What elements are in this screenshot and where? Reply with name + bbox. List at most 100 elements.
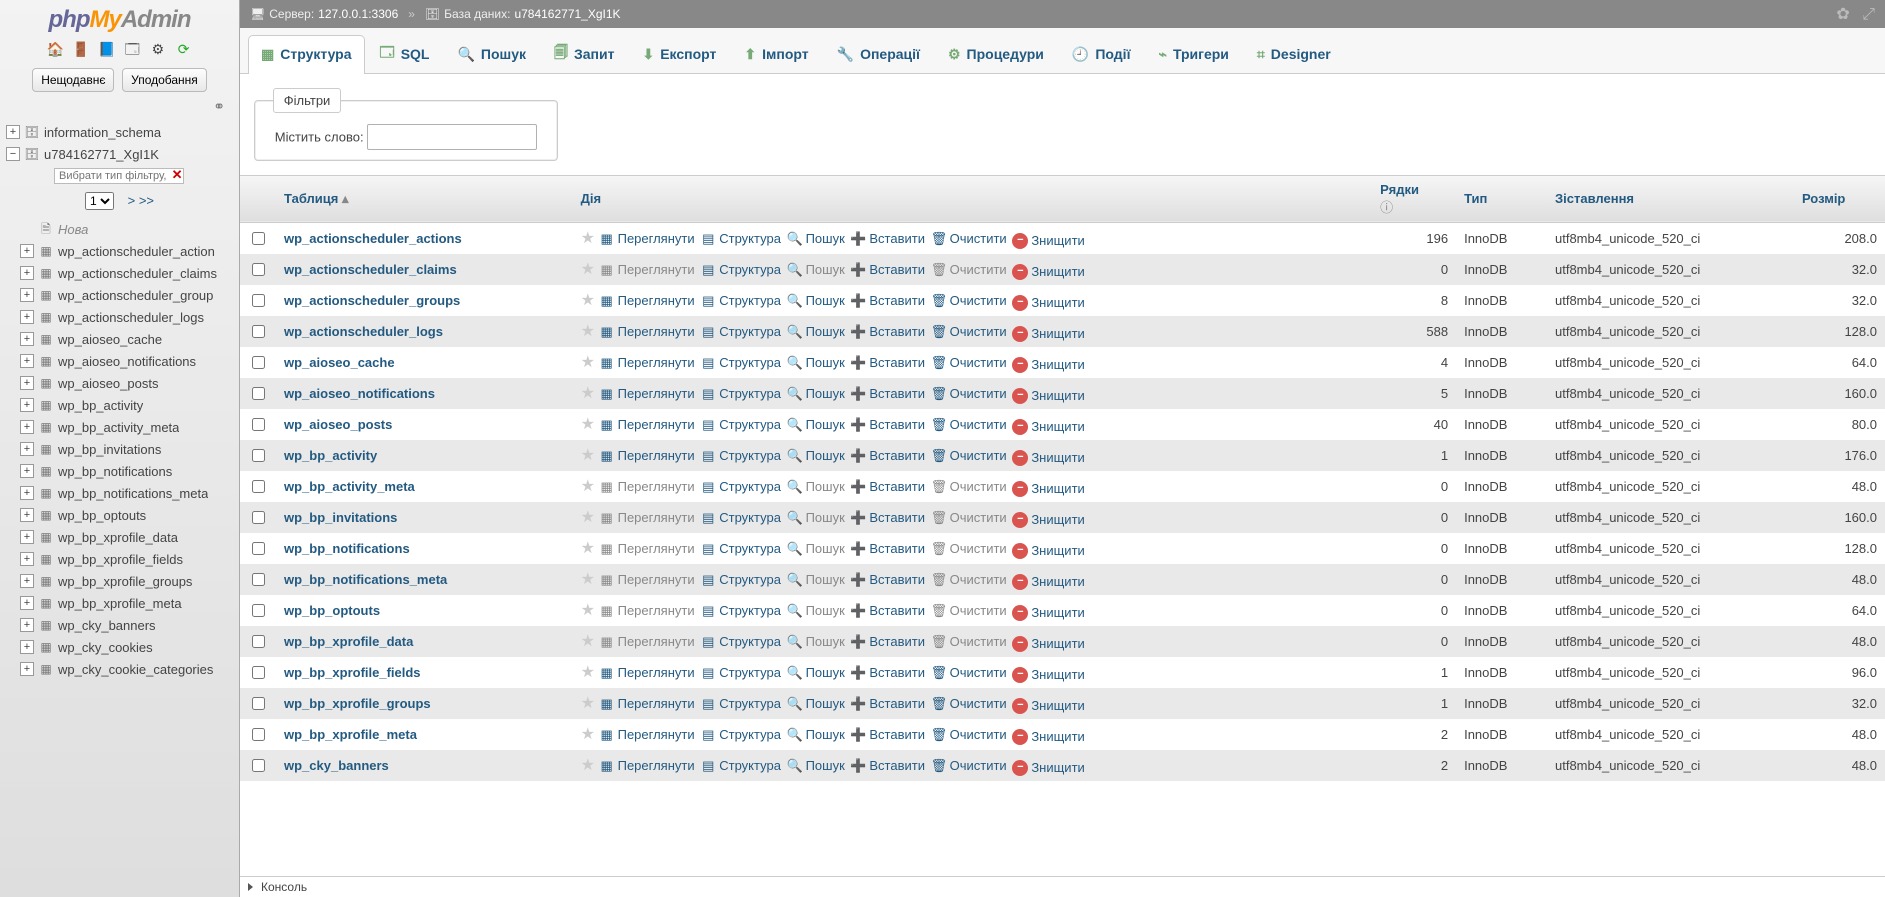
recent-button[interactable]: Нещодавнє	[32, 68, 114, 92]
row-checkbox[interactable]	[252, 325, 265, 338]
search-link[interactable]: 🔍Пошук	[787, 262, 845, 278]
insert-link[interactable]: ➕Вставити	[850, 665, 925, 681]
search-link[interactable]: 🔍Пошук	[787, 293, 845, 309]
structure-link[interactable]: ▤Структура	[700, 293, 781, 309]
sql-icon[interactable]: 🗔	[123, 40, 141, 58]
search-link[interactable]: 🔍Пошук	[787, 603, 845, 619]
empty-link[interactable]: 🗑Очистити	[931, 231, 1007, 247]
expand-icon[interactable]: +	[20, 420, 34, 434]
empty-link[interactable]: 🗑Очистити	[931, 417, 1007, 433]
tab-structure[interactable]: ▦Структура	[248, 35, 365, 74]
row-checkbox[interactable]	[252, 449, 265, 462]
expand-icon[interactable]: +	[20, 398, 34, 412]
tab-events[interactable]: 🕘Події	[1059, 35, 1144, 74]
insert-link[interactable]: ➕Вставити	[850, 634, 925, 650]
favorite-icon[interactable]: ★	[581, 695, 595, 712]
structure-link[interactable]: ▤Структура	[700, 262, 781, 278]
browse-link[interactable]: ▦Переглянути	[599, 696, 695, 712]
insert-link[interactable]: ➕Вставити	[850, 479, 925, 495]
structure-link[interactable]: ▤Структура	[700, 634, 781, 650]
expand-icon[interactable]: +	[20, 662, 34, 676]
col-type[interactable]: Тип	[1456, 175, 1547, 222]
search-link[interactable]: 🔍Пошук	[787, 324, 845, 340]
search-link[interactable]: 🔍Пошук	[787, 572, 845, 588]
favorite-icon[interactable]: ★	[581, 292, 595, 309]
tree-table-item[interactable]: +▦wp_aioseo_cache	[0, 328, 239, 350]
table-name-link[interactable]: wp_bp_notifications_meta	[284, 572, 447, 587]
insert-link[interactable]: ➕Вставити	[850, 603, 925, 619]
row-checkbox[interactable]	[252, 635, 265, 648]
insert-link[interactable]: ➕Вставити	[850, 386, 925, 402]
search-link[interactable]: 🔍Пошук	[787, 231, 845, 247]
table-name-link[interactable]: wp_actionscheduler_logs	[284, 324, 443, 339]
empty-link[interactable]: 🗑Очистити	[931, 510, 1007, 526]
expand-icon[interactable]: +	[20, 530, 34, 544]
tree-table-item[interactable]: +▦wp_bp_activity_meta	[0, 416, 239, 438]
drop-link[interactable]: −Знищити	[1012, 543, 1084, 559]
favorite-icon[interactable]: ★	[581, 447, 595, 464]
drop-link[interactable]: −Знищити	[1012, 264, 1084, 280]
expand-icon[interactable]: +	[20, 618, 34, 632]
drop-link[interactable]: −Знищити	[1012, 233, 1084, 249]
drop-link[interactable]: −Знищити	[1012, 605, 1084, 621]
browse-link[interactable]: ▦Переглянути	[599, 355, 695, 371]
empty-link[interactable]: 🗑Очистити	[931, 758, 1007, 774]
tab-search[interactable]: 🔍Пошук	[444, 35, 539, 74]
favorite-icon[interactable]: ★	[581, 633, 595, 650]
tree-table-item[interactable]: +▦wp_cky_cookies	[0, 636, 239, 658]
browse-link[interactable]: ▦Переглянути	[599, 293, 695, 309]
link-icon[interactable]: ⚭	[0, 98, 239, 121]
empty-link[interactable]: 🗑Очистити	[931, 479, 1007, 495]
structure-link[interactable]: ▤Структура	[700, 727, 781, 743]
favorite-icon[interactable]: ★	[581, 664, 595, 681]
favorite-icon[interactable]: ★	[581, 757, 595, 774]
expand-icon[interactable]: +	[20, 288, 34, 302]
browse-link[interactable]: ▦Переглянути	[599, 324, 695, 340]
tab-designer[interactable]: ⌗Designer	[1244, 35, 1344, 74]
empty-link[interactable]: 🗑Очистити	[931, 448, 1007, 464]
structure-link[interactable]: ▤Структура	[700, 448, 781, 464]
breadcrumb-database[interactable]: 🗄 База даних: u784162771_XgI1K	[425, 7, 621, 21]
row-checkbox[interactable]	[252, 666, 265, 679]
expand-icon[interactable]: +	[20, 310, 34, 324]
console-bar[interactable]: Консоль	[240, 876, 1885, 897]
drop-link[interactable]: −Знищити	[1012, 450, 1084, 466]
row-checkbox[interactable]	[252, 418, 265, 431]
tree-table-item[interactable]: +▦wp_bp_xprofile_groups	[0, 570, 239, 592]
home-icon[interactable]: 🏠	[46, 40, 64, 58]
empty-link[interactable]: 🗑Очистити	[931, 386, 1007, 402]
tab-ops[interactable]: 🔧Операції	[824, 35, 933, 74]
tree-table-item[interactable]: +▦wp_cky_banners	[0, 614, 239, 636]
structure-link[interactable]: ▤Структура	[700, 231, 781, 247]
favorite-icon[interactable]: ★	[581, 230, 595, 247]
tree-table-item[interactable]: +▦wp_aioseo_notifications	[0, 350, 239, 372]
table-name-link[interactable]: wp_aioseo_cache	[284, 355, 395, 370]
row-checkbox[interactable]	[252, 387, 265, 400]
row-checkbox[interactable]	[252, 480, 265, 493]
empty-link[interactable]: 🗑Очистити	[931, 665, 1007, 681]
tab-export[interactable]: ⬇Експорт	[629, 35, 729, 74]
tab-routines[interactable]: ⚙Процедури	[935, 35, 1057, 74]
expand-icon[interactable]: +	[20, 640, 34, 654]
tree-page-select[interactable]: 1	[85, 192, 114, 210]
expand-icon[interactable]: +	[20, 486, 34, 500]
browse-link[interactable]: ▦Переглянути	[599, 603, 695, 619]
table-name-link[interactable]: wp_bp_activity_meta	[284, 479, 415, 494]
tree-table-item[interactable]: +▦wp_actionscheduler_claims	[0, 262, 239, 284]
table-name-link[interactable]: wp_bp_optouts	[284, 603, 380, 618]
insert-link[interactable]: ➕Вставити	[850, 324, 925, 340]
empty-link[interactable]: 🗑Очистити	[931, 572, 1007, 588]
structure-link[interactable]: ▤Структура	[700, 417, 781, 433]
drop-link[interactable]: −Знищити	[1012, 419, 1084, 435]
browse-link[interactable]: ▦Переглянути	[599, 541, 695, 557]
breadcrumb-server[interactable]: 🖥 Сервер: 127.0.0.1:3306	[250, 7, 398, 21]
favorite-icon[interactable]: ★	[581, 478, 595, 495]
tree-table-item[interactable]: +▦wp_bp_optouts	[0, 504, 239, 526]
table-name-link[interactable]: wp_actionscheduler_groups	[284, 293, 460, 308]
table-name-link[interactable]: wp_aioseo_notifications	[284, 386, 435, 401]
table-name-link[interactable]: wp_bp_xprofile_groups	[284, 696, 431, 711]
drop-link[interactable]: −Знищити	[1012, 698, 1084, 714]
empty-link[interactable]: 🗑Очистити	[931, 355, 1007, 371]
empty-link[interactable]: 🗑Очистити	[931, 727, 1007, 743]
favorite-icon[interactable]: ★	[581, 385, 595, 402]
